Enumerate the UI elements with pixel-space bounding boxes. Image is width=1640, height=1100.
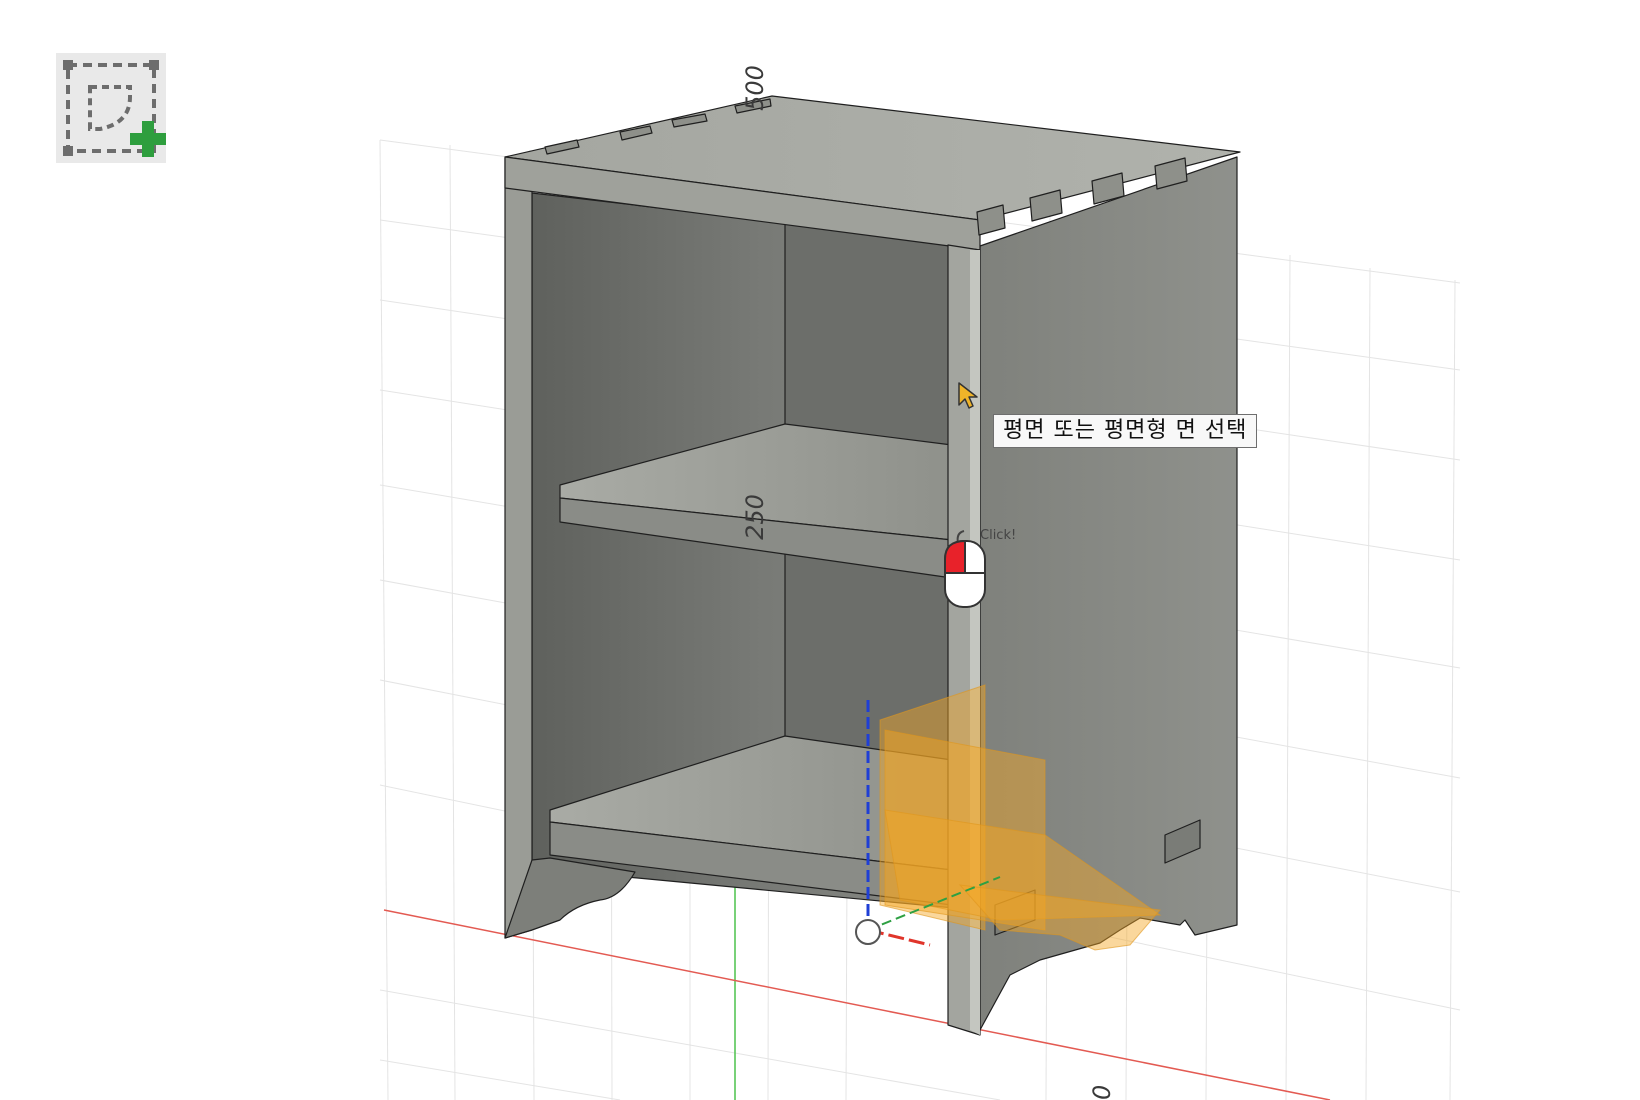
click-hint-label: Click! bbox=[980, 528, 1017, 543]
origin-point bbox=[855, 919, 881, 945]
create-sketch-icon[interactable] bbox=[56, 53, 166, 163]
select-plane-tooltip: 평면 또는 평면형 면 선택 bbox=[993, 414, 1258, 448]
left-side-panel bbox=[504, 157, 533, 939]
dimension-label-500: 500 bbox=[741, 65, 769, 111]
dimension-label-50: 50 bbox=[1088, 1085, 1116, 1100]
3d-viewport[interactable]: 500 250 50 bbox=[0, 0, 1640, 1100]
mouse-cursor-icon bbox=[957, 381, 981, 411]
dimension-label-250: 250 bbox=[741, 494, 769, 540]
